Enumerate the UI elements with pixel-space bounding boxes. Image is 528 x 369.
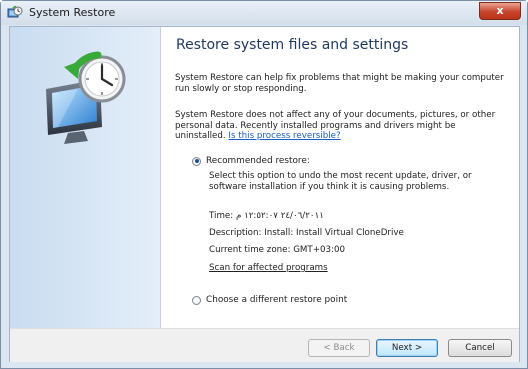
scan-affected-programs-link[interactable]: Scan for affected programs (209, 263, 509, 274)
system-restore-window: System Restore x Restore system files an… (0, 0, 528, 369)
system-restore-clock-monitor-icon (38, 49, 138, 149)
cancel-button[interactable]: Cancel (448, 339, 512, 357)
button-bar: < Back Next > Cancel (10, 328, 519, 362)
next-button[interactable]: Next > (376, 339, 438, 357)
different-label: Choose a different restore point (206, 295, 348, 305)
close-icon: x (496, 4, 504, 17)
back-button[interactable]: < Back (308, 339, 370, 357)
different-radio[interactable] (192, 295, 201, 305)
time-zone: Current time zone: GMT+03:00 (209, 245, 346, 255)
recommended-label: Recommended restore: (206, 156, 310, 166)
intro-text: System Restore can help fix problems tha… (175, 73, 504, 94)
page-title: Restore system files and settings (176, 37, 409, 53)
recommended-description: Select this option to undo the most rece… (209, 171, 472, 192)
restore-time: Time: ٢٤/٠٦/٢٠١١ ١٢:٥٢:٠٧ م (209, 211, 324, 221)
system-restore-icon (7, 5, 23, 21)
reversible-link[interactable]: Is this process reversible? (228, 131, 340, 141)
different-restore-option[interactable]: Choose a different restore point (192, 293, 347, 307)
restore-description: Description: Install: Install Virtual Cl… (209, 228, 404, 238)
side-panel (10, 27, 161, 328)
close-button[interactable]: x (479, 2, 521, 20)
window-title: System Restore (29, 6, 116, 19)
client-area: Restore system files and settings System… (9, 26, 520, 362)
recommended-restore-option[interactable]: Recommended restore: (192, 154, 310, 168)
info-text: System Restore does not affect any of yo… (175, 110, 507, 142)
recommended-radio[interactable] (192, 156, 201, 166)
main-content: Restore system files and settings System… (161, 27, 519, 328)
title-bar[interactable]: System Restore x (1, 1, 527, 25)
